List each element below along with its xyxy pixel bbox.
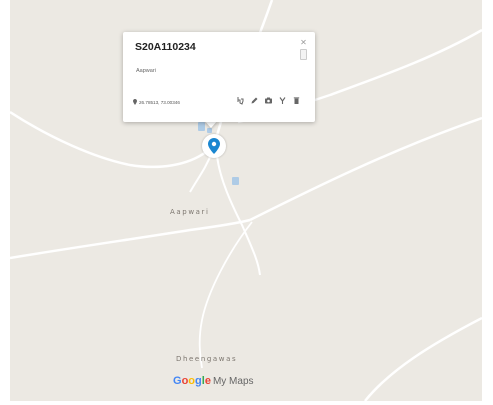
coordinates-text: 26.78513, 73.00346: [139, 99, 180, 105]
map-canvas[interactable]: Aapwari Dheengawas S20A110234 ✕ Aapwari …: [10, 0, 482, 401]
close-icon[interactable]: ✕: [299, 38, 308, 47]
info-popup: S20A110234 ✕ Aapwari 26.78513, 73.00346: [123, 32, 315, 122]
logo-letter: o: [181, 375, 189, 387]
popup-title: S20A110234: [135, 41, 196, 53]
map-marker[interactable]: [202, 134, 226, 158]
popup-scrollbar[interactable]: [300, 49, 307, 60]
place-label-aapwari: Aapwari: [170, 208, 210, 216]
location-pin-icon: [133, 99, 137, 105]
edit-pencil-icon[interactable]: [250, 96, 259, 105]
logo-letter: g: [195, 375, 202, 387]
logo-letter: G: [173, 375, 182, 387]
water-body: [232, 177, 239, 185]
logo-letter: o: [188, 375, 196, 387]
delete-icon[interactable]: [292, 96, 301, 105]
style-icon[interactable]: [278, 96, 287, 105]
road-southeast: [364, 316, 482, 401]
road-west-south: [10, 218, 251, 260]
place-label-dheengawas: Dheengawas: [176, 355, 238, 363]
popup-subtitle: Aapwari: [136, 68, 156, 74]
google-my-maps-logo: Go o g l e My Maps: [173, 375, 254, 387]
pan-icon[interactable]: [236, 96, 245, 105]
map-pin-icon: [208, 138, 220, 154]
road-south: [216, 155, 261, 276]
road-east: [249, 116, 482, 222]
logo-letter: e: [204, 375, 211, 387]
popup-actions: [236, 96, 301, 105]
water-body: [207, 128, 212, 133]
popup-coordinates: 26.78513, 73.00346: [133, 99, 180, 105]
camera-icon[interactable]: [264, 96, 273, 105]
my-maps-label: My Maps: [212, 376, 254, 387]
road-south-dheengawas: [198, 221, 253, 369]
